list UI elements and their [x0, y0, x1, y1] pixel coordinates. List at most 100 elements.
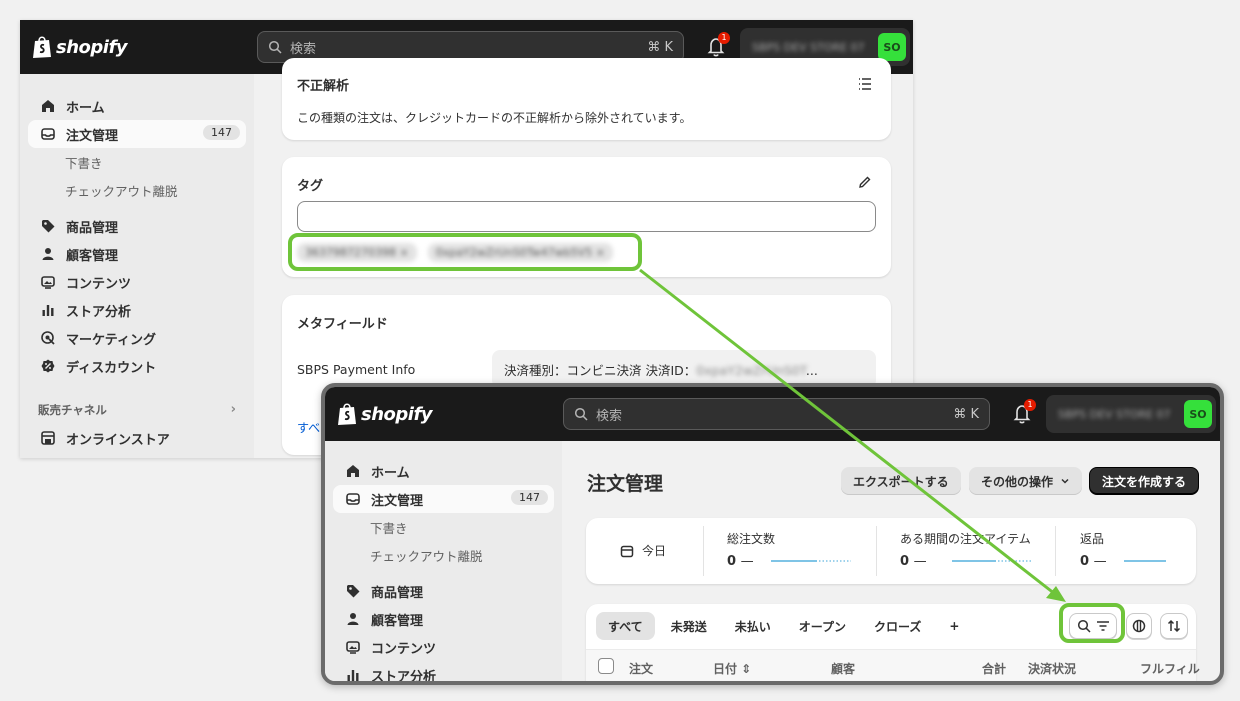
filter-icon: [1096, 621, 1109, 631]
search-bar[interactable]: 検索 ⌘ K: [563, 398, 990, 430]
sidebar: ホーム 注文管理 147 下書き チェックアウト離脱 商品管理 顧客管理 コンテ…: [325, 441, 562, 681]
sidebar-item-content[interactable]: コンテンツ: [333, 633, 554, 661]
shopify-logo[interactable]: shopify: [337, 401, 433, 427]
chevron-right-icon: ›: [230, 402, 236, 417]
sidebar-item-label: ストア分析: [66, 304, 132, 320]
more-actions-button[interactable]: その他の操作: [969, 467, 1083, 495]
search-icon: [1077, 619, 1091, 633]
tab-all[interactable]: すべて: [596, 612, 655, 640]
column-order[interactable]: 注文: [629, 660, 653, 677]
stat-ordered-items[interactable]: ある期間の注文アイテム 0 —: [900, 518, 1050, 584]
column-date[interactable]: 日付 ⇕: [713, 660, 751, 677]
column-fulfillment[interactable]: フルフィル: [1140, 660, 1200, 677]
store-menu[interactable]: SBPS DEV STORE 07 SO: [1046, 395, 1216, 433]
column-total[interactable]: 合計: [982, 660, 1006, 677]
column-payment-status[interactable]: 決済状況: [1028, 660, 1076, 677]
tags-card: タグ 3637987270398 × 0xpaY2wZrUnS0Tw47wb5V…: [282, 157, 891, 277]
columns-button[interactable]: [1126, 613, 1152, 639]
search-shortcut: ⌘ K: [647, 39, 673, 55]
home-icon: [42, 100, 54, 112]
table-header: 注文 日付 ⇕ 顧客 合計 決済状況 フルフィル: [586, 649, 1200, 681]
tab-unpaid[interactable]: 未払い: [723, 612, 783, 640]
sidebar-item-label: 注文管理: [371, 493, 424, 509]
calendar-icon: [620, 545, 634, 557]
tab-open[interactable]: オープン: [787, 612, 858, 640]
top-bar: shopify 検索 ⌘ K 1 SBPS DEV STORE 07 SO: [325, 387, 1220, 441]
person-icon: [42, 248, 54, 260]
sidebar-item-analytics[interactable]: ストア分析: [28, 296, 246, 324]
tag-chip[interactable]: 0xpaY2wZrUnS0Tw47wb5V5 ×: [427, 243, 613, 262]
tab-closed[interactable]: クローズ: [862, 612, 933, 640]
search-icon: [268, 40, 282, 54]
sidebar-item-label: ホーム: [371, 465, 410, 481]
sidebar-item-marketing[interactable]: マーケティング: [28, 324, 246, 352]
avatar: SO: [1184, 400, 1212, 428]
stat-total-orders[interactable]: 総注文数 0 —: [727, 518, 877, 584]
notification-button[interactable]: 1: [706, 32, 730, 58]
sales-channels-section[interactable]: 販売チャネル ›: [20, 396, 254, 424]
person-icon: [347, 613, 359, 625]
notification-badge: 1: [1024, 399, 1036, 411]
sidebar-item-analytics[interactable]: ストア分析: [333, 661, 554, 685]
shopify-logo[interactable]: shopify: [32, 34, 128, 60]
sidebar: ホーム 注文管理 147 下書き チェックアウト離脱 商品管理 顧客管理 コンテ…: [20, 74, 254, 458]
fraud-analysis-text: この種類の注文は、クレジットカードの不正解析から除外されています。: [297, 111, 692, 125]
sidebar-item-customers[interactable]: 顧客管理: [28, 240, 246, 268]
notification-badge: 1: [718, 32, 730, 44]
stat-dash: —: [1093, 554, 1107, 569]
sidebar-item-online-store[interactable]: オンラインストア: [28, 424, 246, 452]
sidebar-item-label: オンラインストア: [66, 432, 170, 448]
sort-button[interactable]: [1160, 613, 1188, 639]
export-button[interactable]: エクスポートする: [841, 467, 961, 495]
date-range-picker[interactable]: 今日: [620, 542, 666, 559]
sidebar-item-products[interactable]: 商品管理: [28, 212, 246, 240]
stat-number: 0: [900, 554, 910, 569]
sparkline: [1124, 560, 1166, 562]
orders-main: 注文管理 エクスポートする その他の操作 注文を作成する 今日 総注文数 0 —…: [562, 441, 1220, 681]
tag-chip[interactable]: 3637987270398 ×: [297, 243, 417, 262]
orders-list-window: shopify 検索 ⌘ K 1 SBPS DEV STORE 07 SO ホー…: [321, 383, 1224, 685]
sidebar-item-label: コンテンツ: [66, 276, 132, 292]
create-order-button[interactable]: 注文を作成する: [1089, 467, 1200, 495]
list-icon[interactable]: [858, 77, 872, 91]
search-shortcut: ⌘ K: [953, 406, 979, 422]
tag-chip-list: 3637987270398 × 0xpaY2wZrUnS0Tw47wb5V5 ×: [297, 241, 619, 262]
pencil-icon[interactable]: [858, 175, 872, 189]
discount-icon: [41, 359, 55, 373]
sidebar-subitem-abandoned[interactable]: チェックアウト離脱: [20, 176, 254, 204]
sidebar-item-discounts[interactable]: ディスカウント: [28, 352, 246, 380]
inbox-icon: [41, 128, 55, 140]
stat-returns[interactable]: 返品 0 —: [1080, 518, 1190, 584]
logo-text: shopify: [56, 36, 128, 58]
sidebar-subitem-drafts[interactable]: 下書き: [20, 148, 254, 176]
stat-label: 返品: [1080, 532, 1105, 546]
metafield-value-prefix: 決済種別：コンビニ決済 決済ID：: [504, 363, 697, 378]
sidebar-item-products[interactable]: 商品管理: [333, 577, 554, 605]
date-range-label: 今日: [642, 544, 667, 558]
tags-input[interactable]: [297, 201, 876, 232]
add-view-button[interactable]: +: [937, 612, 971, 640]
inbox-icon: [346, 493, 360, 505]
sidebar-item-home[interactable]: ホーム: [28, 92, 246, 120]
show-all-link[interactable]: すべ: [297, 419, 320, 436]
column-customer[interactable]: 顧客: [831, 660, 855, 677]
sidebar-item-orders[interactable]: 注文管理 147: [333, 485, 554, 513]
sidebar-item-content[interactable]: コンテンツ: [28, 268, 246, 296]
sidebar-item-label: ストア分析: [371, 669, 437, 685]
tab-unfulfilled[interactable]: 未発送: [659, 612, 719, 640]
stat-number: 0: [727, 554, 737, 569]
sidebar-subitem-abandoned[interactable]: チェックアウト離脱: [325, 541, 562, 569]
sidebar-item-home[interactable]: ホーム: [333, 457, 554, 485]
notification-button[interactable]: 1: [1012, 399, 1036, 425]
stat-value: 0 —: [900, 554, 927, 569]
select-all-checkbox[interactable]: [598, 658, 614, 674]
sidebar-item-orders[interactable]: 注文管理 147: [28, 120, 246, 148]
sidebar-item-customers[interactable]: 顧客管理: [333, 605, 554, 633]
sparkline: [952, 560, 1032, 562]
sidebar-item-label: 商品管理: [66, 220, 119, 236]
sidebar-subitem-drafts[interactable]: 下書き: [325, 513, 562, 541]
chart-icon: [42, 305, 54, 316]
stats-bar: 今日 総注文数 0 — ある期間の注文アイテム 0 — 返品 0 —: [586, 518, 1196, 584]
search-filter-button[interactable]: [1069, 613, 1117, 639]
stat-dash: —: [740, 554, 754, 569]
